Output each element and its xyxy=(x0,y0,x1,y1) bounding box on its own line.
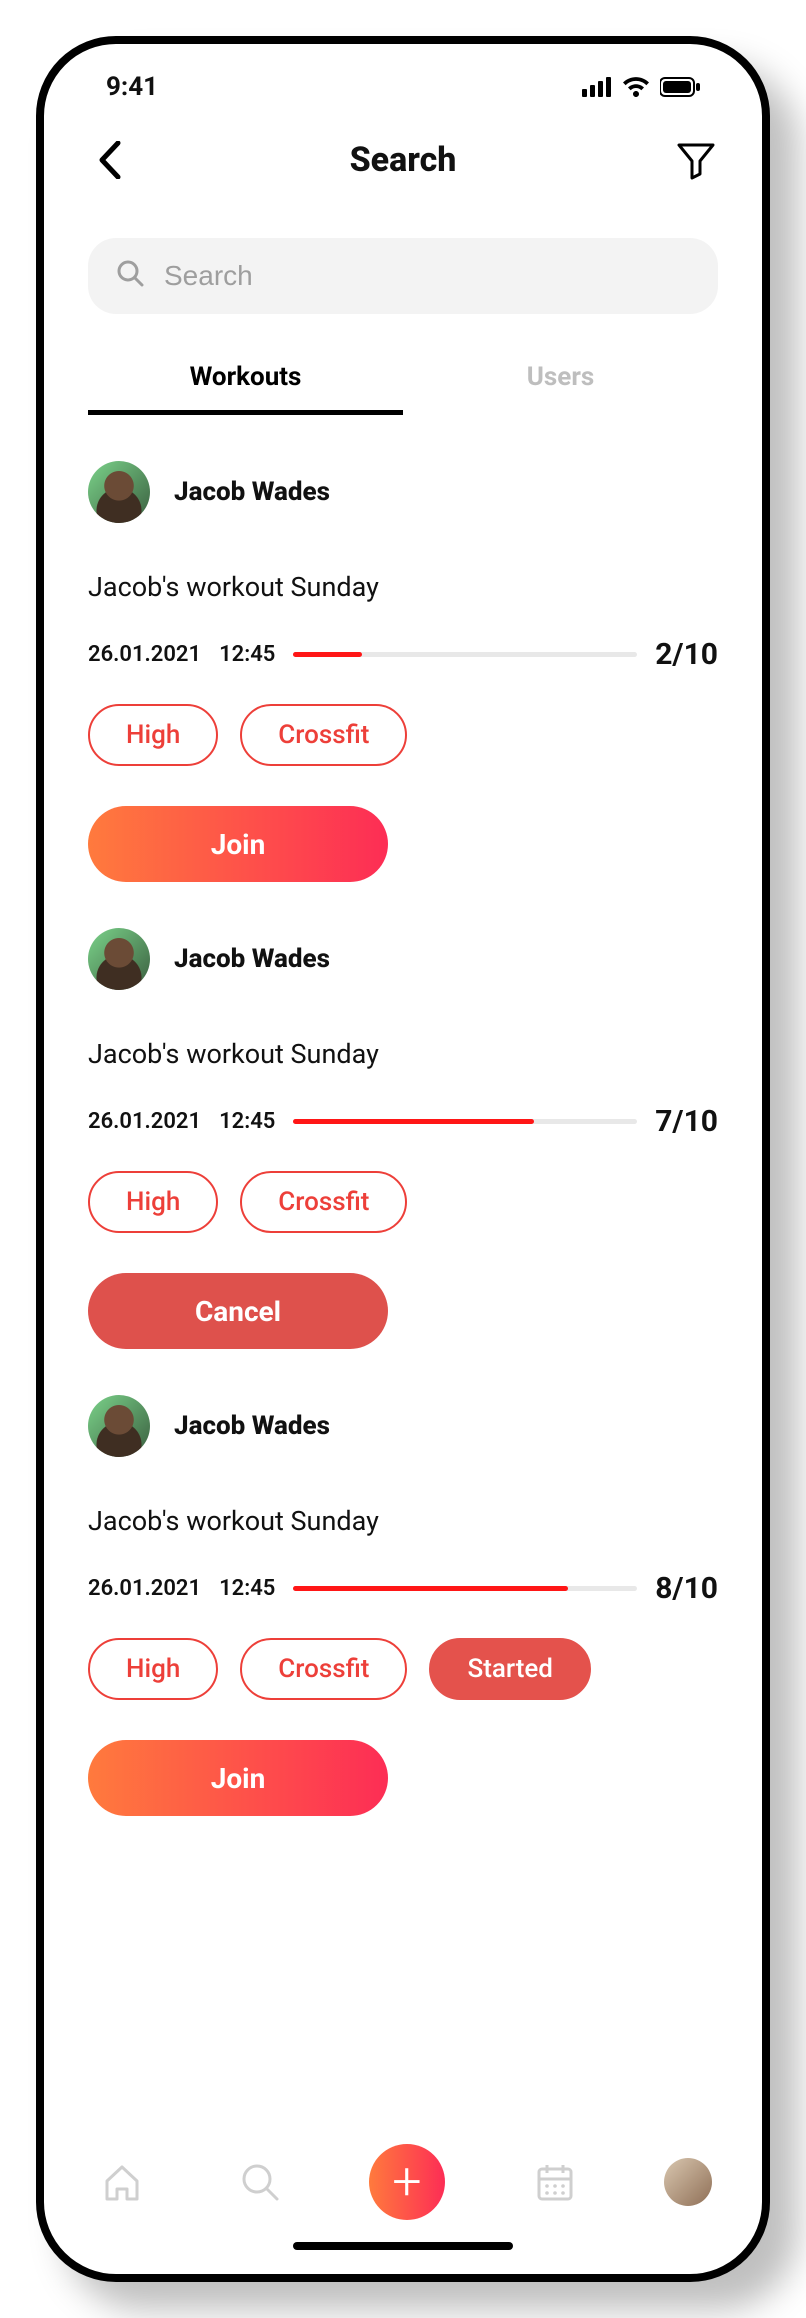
search-input[interactable] xyxy=(162,259,690,293)
workout-title: Jacob's workout Sunday xyxy=(88,1505,718,1537)
avatar[interactable] xyxy=(88,1395,150,1457)
status-chip: Started xyxy=(429,1638,590,1700)
tag-chip[interactable]: High xyxy=(88,704,218,766)
calendar-icon xyxy=(534,2161,576,2203)
chevron-left-icon xyxy=(98,141,122,179)
battery-icon xyxy=(660,77,700,97)
join-button[interactable]: Join xyxy=(88,1740,388,1816)
capacity-count: 2/10 xyxy=(655,637,718,672)
search-icon xyxy=(239,2161,281,2203)
nav-profile[interactable] xyxy=(664,2158,712,2206)
home-icon xyxy=(101,2161,143,2203)
tag-chip[interactable]: High xyxy=(88,1638,218,1700)
tabs: Workouts Users xyxy=(88,348,718,415)
status-time: 9:41 xyxy=(106,72,158,102)
capacity-count: 8/10 xyxy=(655,1571,718,1606)
status-bar: 9:41 xyxy=(88,72,718,102)
tag-chip[interactable]: Crossfit xyxy=(240,1171,407,1233)
workout-card: Jacob Wades Jacob's workout Sunday 26.01… xyxy=(88,928,718,1349)
cancel-button[interactable]: Cancel xyxy=(88,1273,388,1349)
workout-time: 12:45 xyxy=(219,1109,275,1134)
capacity-bar xyxy=(293,652,637,657)
search-bar[interactable] xyxy=(88,238,718,314)
tag-chip[interactable]: Crossfit xyxy=(240,704,407,766)
capacity-bar xyxy=(293,1586,637,1591)
signal-icon xyxy=(582,77,612,97)
avatar[interactable] xyxy=(88,928,150,990)
workout-time: 12:45 xyxy=(219,1576,275,1601)
search-icon xyxy=(116,259,144,294)
tab-workouts[interactable]: Workouts xyxy=(88,348,403,415)
workout-title: Jacob's workout Sunday xyxy=(88,571,718,603)
avatar[interactable] xyxy=(88,461,150,523)
user-name[interactable]: Jacob Wades xyxy=(174,944,330,974)
back-button[interactable] xyxy=(88,138,132,182)
workout-card: Jacob Wades Jacob's workout Sunday 26.01… xyxy=(88,461,718,882)
user-name[interactable]: Jacob Wades xyxy=(174,1411,330,1441)
nav-home[interactable] xyxy=(94,2154,150,2210)
filter-icon xyxy=(676,140,716,180)
page-title: Search xyxy=(350,140,457,180)
capacity-bar xyxy=(293,1119,637,1124)
wifi-icon xyxy=(622,77,650,97)
bottom-nav: + xyxy=(88,2144,718,2234)
nav-calendar[interactable] xyxy=(527,2154,583,2210)
workout-title: Jacob's workout Sunday xyxy=(88,1038,718,1070)
user-name[interactable]: Jacob Wades xyxy=(174,477,330,507)
capacity-count: 7/10 xyxy=(655,1104,718,1139)
tab-users[interactable]: Users xyxy=(403,348,718,415)
workout-date: 26.01.2021 xyxy=(88,1109,201,1134)
tag-chip[interactable]: Crossfit xyxy=(240,1638,407,1700)
workout-date: 26.01.2021 xyxy=(88,642,201,667)
workout-date: 26.01.2021 xyxy=(88,1576,201,1601)
home-indicator xyxy=(293,2242,513,2250)
workout-time: 12:45 xyxy=(219,642,275,667)
join-button[interactable]: Join xyxy=(88,806,388,882)
nav-search[interactable] xyxy=(232,2154,288,2210)
filter-button[interactable] xyxy=(674,138,718,182)
add-button[interactable]: + xyxy=(369,2144,445,2220)
plus-icon: + xyxy=(392,2156,421,2208)
workout-card: Jacob Wades Jacob's workout Sunday 26.01… xyxy=(88,1395,718,1816)
tag-chip[interactable]: High xyxy=(88,1171,218,1233)
